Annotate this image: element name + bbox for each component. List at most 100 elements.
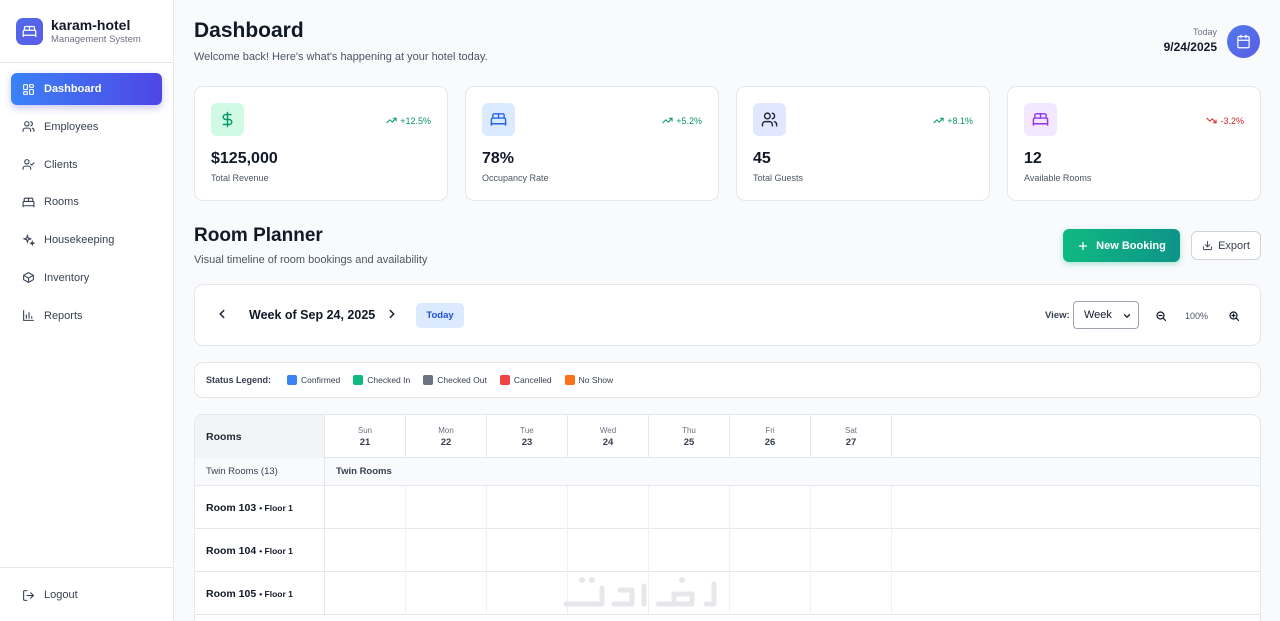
download-icon [1203, 240, 1213, 251]
calendar-button[interactable] [1227, 25, 1260, 58]
sidebar-item-clients[interactable]: Clients [11, 149, 162, 181]
booking-cell[interactable] [649, 486, 730, 529]
booking-cell[interactable] [811, 572, 892, 615]
booking-cell[interactable] [568, 529, 649, 572]
booking-cell[interactable] [811, 529, 892, 572]
day-column-mon: Mon 22 [406, 415, 487, 458]
legend-title: Status Legend: [206, 375, 272, 385]
legend-label: Checked In [367, 375, 411, 385]
zoom-level: 100% [1185, 311, 1209, 321]
sidebar-item-label: Inventory [44, 271, 90, 284]
previous-week-button[interactable] [215, 307, 229, 326]
zoom-out-icon [1156, 311, 1167, 322]
legend-swatch [353, 375, 364, 385]
zoom-in-button[interactable] [1228, 309, 1240, 327]
room-label[interactable]: Room 104 • Floor 1 [195, 529, 325, 572]
room-label[interactable]: Room 105 • Floor 1 [195, 572, 325, 615]
day-number: 25 [683, 437, 695, 448]
legend-item-checked-in: Checked In [353, 375, 410, 385]
new-booking-button[interactable]: New Booking [1063, 229, 1180, 262]
stat-trend: +12.5% [386, 115, 431, 126]
export-button[interactable]: Export [1191, 231, 1261, 260]
room-planner-title: Room Planner [194, 225, 323, 246]
legend-item-checked-out: Checked Out [423, 375, 487, 385]
calendar-icon [1237, 34, 1250, 49]
day-name: Sat [844, 426, 857, 435]
stat-label: Total Revenue [211, 173, 269, 183]
day-column-wed: Wed 24 [568, 415, 649, 458]
sidebar-item-label: Dashboard [44, 83, 102, 95]
booking-cell[interactable] [568, 486, 649, 529]
export-label: Export [1218, 239, 1250, 252]
day-number: 27 [845, 437, 857, 448]
sidebar-nav: Dashboard Employees Clients Rooms Housek… [0, 63, 173, 348]
booking-cell[interactable] [811, 486, 892, 529]
booking-cell[interactable] [406, 572, 487, 615]
next-week-button[interactable] [385, 307, 399, 326]
brand-name: karam-hotel [51, 16, 131, 33]
today-button[interactable]: Today [416, 303, 464, 328]
logout-button[interactable]: Logout [11, 579, 162, 611]
hotel-bed-icon [16, 17, 43, 45]
sidebar-item-rooms[interactable]: Rooms [11, 186, 162, 218]
booking-cell[interactable] [406, 486, 487, 529]
zoom-in-icon [1229, 311, 1240, 322]
booking-cell[interactable] [325, 529, 406, 572]
new-booking-label: New Booking [1096, 239, 1166, 252]
stat-trend-value: +5.2% [676, 115, 702, 126]
room-name: Room 105 [206, 587, 257, 600]
sidebar-item-label: Clients [44, 158, 78, 171]
day-name: Fri [765, 426, 775, 435]
room-row: Room 104 • Floor 1 [195, 529, 1260, 572]
rooms-column-header: Rooms [195, 415, 325, 458]
dashboard-icon [23, 83, 34, 95]
main-content: Dashboard Welcome back! Here's what's ha… [174, 0, 1280, 621]
booking-cell[interactable] [730, 529, 811, 572]
stat-value: $125,000 [211, 150, 278, 167]
day-number: 24 [602, 437, 614, 448]
booking-cell[interactable] [487, 529, 568, 572]
stat-card-revenue: +12.5% $125,000 Total Revenue [194, 86, 448, 201]
today-display: Today 9/24/2025 [1164, 27, 1217, 54]
logout-label: Logout [44, 589, 78, 601]
user-check-icon [22, 159, 35, 171]
zoom-out-button[interactable] [1155, 309, 1167, 327]
booking-cell[interactable] [325, 486, 406, 529]
room-label[interactable]: Room 103 • Floor 1 [195, 486, 325, 529]
chevron-right-icon [389, 309, 395, 319]
stat-trend-value: +8.1% [947, 115, 973, 126]
room-name: Room 104 [206, 544, 257, 557]
sidebar-item-reports[interactable]: Reports [11, 300, 162, 332]
booking-cell[interactable] [406, 529, 487, 572]
booking-cell[interactable] [487, 486, 568, 529]
stat-value: 12 [1024, 150, 1042, 167]
legend-label: Cancelled [513, 375, 552, 385]
view-select[interactable]: Week [1073, 301, 1139, 329]
status-legend: Status Legend: Confirmed Checked In Chec… [194, 362, 1261, 398]
users-icon [22, 121, 35, 133]
trending-up-icon [386, 117, 397, 124]
booking-cell[interactable] [487, 572, 568, 615]
sidebar-item-inventory[interactable]: Inventory [11, 262, 162, 294]
view-select-value: Week [1084, 309, 1112, 321]
stat-label: Total Guests [753, 173, 804, 183]
legend-swatch [423, 375, 434, 385]
booking-cell[interactable] [325, 572, 406, 615]
sidebar-item-housekeeping[interactable]: Housekeeping [11, 224, 162, 256]
week-label: Week of Sep 24, 2025 [249, 308, 376, 322]
room-floor: • Floor 1 [259, 502, 293, 513]
watermark-logo [563, 577, 717, 607]
stat-card-available-rooms: -3.2% 12 Available Rooms [1007, 86, 1261, 201]
booking-cell[interactable] [730, 486, 811, 529]
week-navigation: Week of Sep 24, 2025 Today View: Week 10… [194, 284, 1261, 346]
booking-cell[interactable] [730, 572, 811, 615]
day-number: 21 [359, 437, 371, 448]
room-row: Room 103 • Floor 1 [195, 486, 1260, 529]
legend-swatch [564, 375, 575, 385]
sidebar-item-employees[interactable]: Employees [11, 111, 162, 143]
bar-chart-icon [23, 310, 34, 322]
sidebar-item-dashboard[interactable]: Dashboard [11, 73, 162, 105]
booking-cell[interactable] [649, 529, 730, 572]
room-floor: • Floor 1 [259, 545, 293, 556]
bed-icon [1024, 103, 1057, 136]
